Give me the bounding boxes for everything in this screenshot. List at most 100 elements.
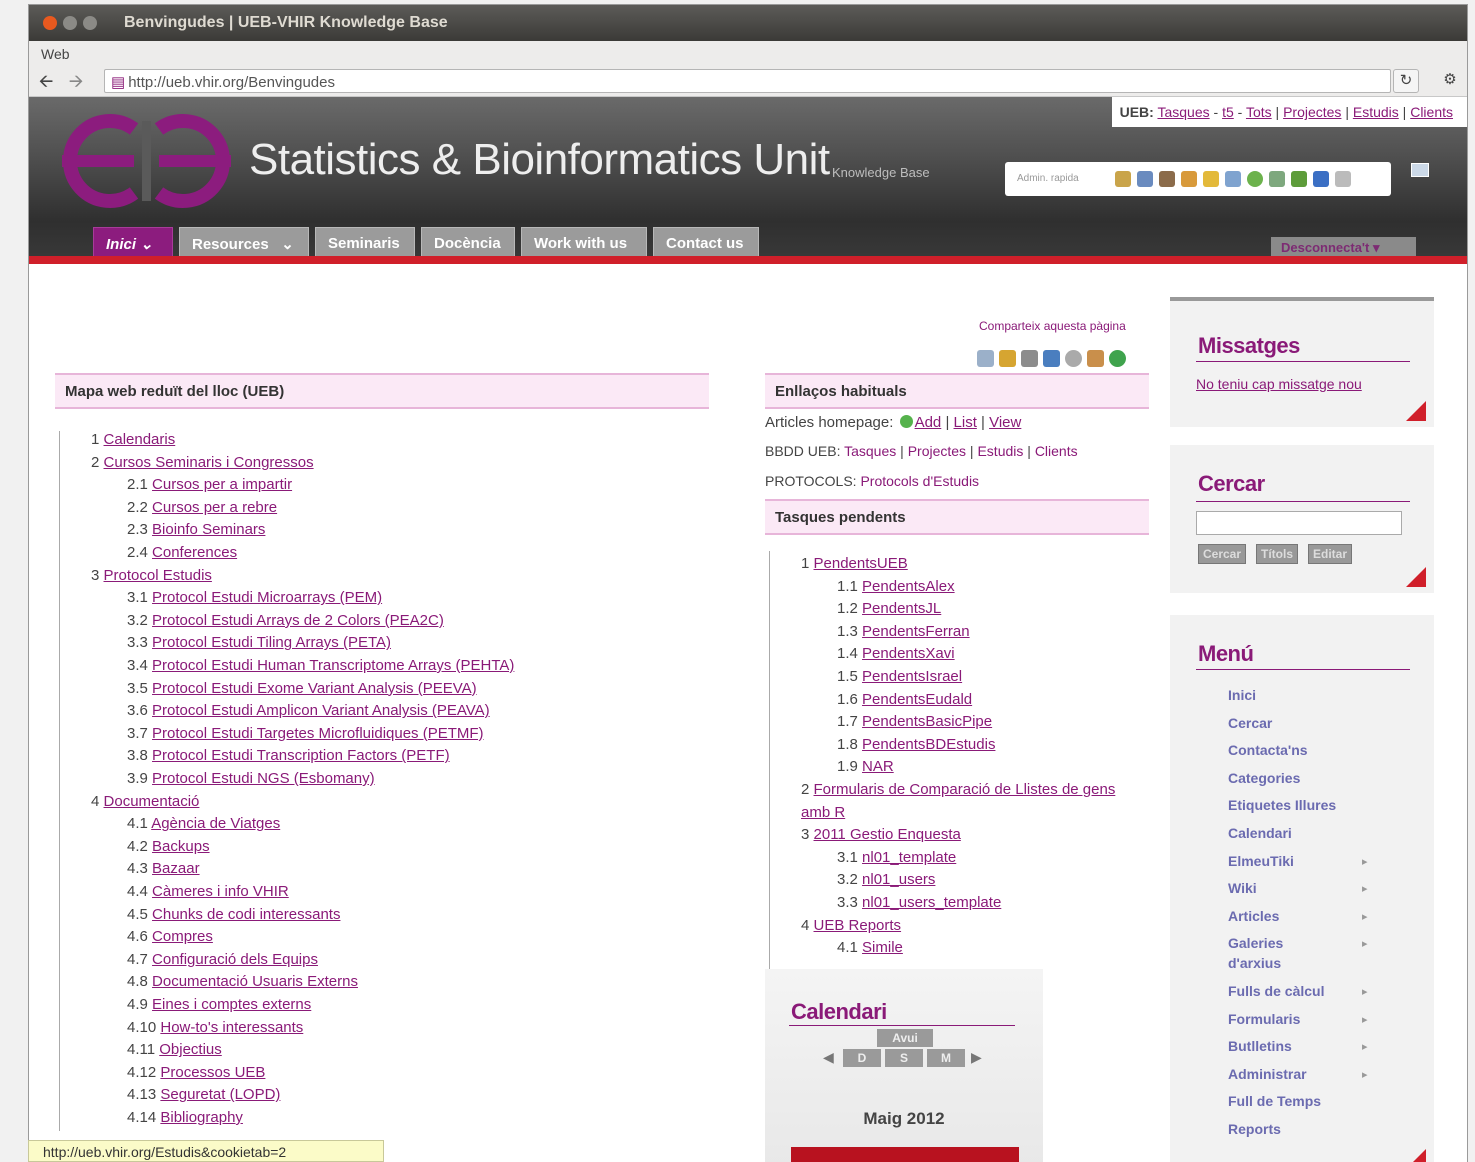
menu-item[interactable]: Categories [1228,770,1300,786]
chevron-right-icon[interactable]: ▸ [1362,882,1368,895]
item-link[interactable]: Protocol Estudis [104,567,212,584]
chevron-right-icon[interactable]: ▸ [1362,985,1368,998]
item-link[interactable]: PendentsJL [862,600,941,617]
item-link[interactable]: Protocol Estudi Microarrays (PEM) [152,589,382,606]
item-link[interactable]: PendentsFerran [862,623,970,640]
item-link[interactable]: Cursos per a impartir [152,476,292,493]
next-arrow-icon[interactable]: ▶ [971,1049,982,1066]
menu-item[interactable]: Etiquetes Illures [1228,797,1336,813]
editar-button[interactable]: Editar [1308,544,1353,564]
eye-icon[interactable] [1065,350,1082,367]
item-link[interactable]: Protocol Estudi Exome Variant Analysis (… [152,680,477,697]
item-link[interactable]: Bibliography [160,1109,243,1126]
item-link[interactable]: Formularis de Comparació de Llistes de g… [814,781,1116,798]
menu-item[interactable]: Wiki [1228,880,1257,896]
search-input[interactable] [1196,511,1402,535]
print-icon[interactable] [1021,350,1038,367]
menu-item[interactable]: Reports [1228,1121,1281,1137]
item-link[interactable]: Cursos per a rebre [152,499,277,516]
forward-arrow-icon[interactable]: 🡪 [65,71,87,91]
close-window-button[interactable] [43,16,57,30]
cercar-button[interactable]: Cercar [1198,544,1247,564]
item-link[interactable]: amb R [801,804,845,821]
ueb-link-clients[interactable]: Clients [1410,104,1453,120]
item-link[interactable]: Protocol Estudi Arrays de 2 Colors (PEA2… [152,612,444,629]
item-link[interactable]: Cursos Seminaris i Congressos [104,454,314,471]
menu-item[interactable]: Articles [1228,908,1279,924]
window-icon[interactable] [1225,171,1241,187]
tab-contact-us[interactable]: Contact us [653,227,759,257]
item-link[interactable]: nl01_users [862,871,935,888]
item-link[interactable]: Bazaar [152,860,200,877]
previous-arrow-icon[interactable]: ◀ [823,1049,834,1066]
item-link[interactable]: PendentsEudald [862,691,972,708]
menu-item[interactable]: Inici [1228,687,1256,703]
item-link[interactable]: Protocol Estudi Human Transcriptome Arra… [152,657,514,674]
bbdd-projectes-link[interactable]: Projectes [908,443,966,459]
menu-item[interactable]: Calendari [1228,825,1292,841]
item-link[interactable]: Seguretat (LOPD) [160,1086,280,1103]
chevron-right-icon[interactable]: ▸ [1362,1013,1368,1026]
item-link[interactable]: Eines i comptes externs [152,996,311,1013]
item-link[interactable]: Configuració dels Equips [152,951,318,968]
translate-icon[interactable] [1087,350,1104,367]
articles-view-link[interactable]: View [989,414,1021,431]
chevron-right-icon[interactable]: ▸ [1362,855,1368,868]
item-link[interactable]: Chunks de codi interessants [152,906,340,923]
item-link[interactable]: Documentació Usuaris Externs [152,973,358,990]
item-link[interactable]: Calendaris [104,431,176,448]
tab-resources[interactable]: Resources ⌄ [179,227,309,257]
tab-seminaris[interactable]: Seminaris [315,227,415,257]
users-icon[interactable] [1181,171,1197,187]
menu-item[interactable]: Cercar [1228,715,1272,731]
minimize-window-button[interactable] [63,16,77,30]
titols-button[interactable]: Títols [1256,544,1298,564]
ueb-link-tots[interactable]: Tots [1246,104,1272,120]
item-link[interactable]: Compres [152,928,213,945]
item-link[interactable]: Objectius [159,1041,222,1058]
bbdd-tasques-link[interactable]: Tasques [844,443,896,459]
key-icon[interactable] [1203,171,1219,187]
chevron-right-icon[interactable]: ▸ [1362,910,1368,923]
item-link[interactable]: Documentació [104,793,200,810]
maximize-window-button[interactable] [83,16,97,30]
item-link[interactable]: Protocol Estudi NGS (Esbomany) [152,770,375,787]
menu-item[interactable]: Full de Temps [1228,1093,1321,1109]
edit-icon[interactable] [999,350,1016,367]
protocols-link[interactable]: Protocols d'Estudis [860,473,979,489]
screen-icon[interactable] [1411,163,1429,177]
item-link[interactable]: nl01_users_template [862,894,1001,911]
item-link[interactable]: PendentsBasicPipe [862,713,992,730]
item-link[interactable]: PendentsXavi [862,645,955,662]
item-link[interactable]: Bioinfo Seminars [152,521,265,538]
pencil-icon[interactable] [1137,171,1153,187]
menu-item[interactable]: Contacta'ns [1228,742,1308,758]
gear-icon[interactable]: ⚙ [1437,69,1463,93]
item-link[interactable]: How-to's interessants [160,1019,303,1036]
puzzle-icon[interactable] [1291,171,1307,187]
item-link[interactable]: UEB Reports [814,917,902,934]
item-link[interactable]: PendentsUEB [814,555,908,572]
pdf-icon[interactable] [977,350,994,367]
back-arrow-icon[interactable]: 🡨 [35,71,57,91]
item-link[interactable]: Simile [862,939,903,956]
ueb-logo[interactable] [44,111,249,211]
tab-inici[interactable]: Inici ⌄ [93,227,173,257]
bbdd-estudis-link[interactable]: Estudis [977,443,1023,459]
document-icon[interactable] [1313,171,1329,187]
calendar-week-button[interactable]: S [885,1049,923,1067]
item-link[interactable]: PendentsBDEstudis [862,736,995,753]
ueb-link-t5[interactable]: t5 [1222,104,1234,120]
menu-item[interactable]: Formularis [1228,1011,1300,1027]
refresh-icon[interactable] [1247,171,1263,187]
menu-item[interactable]: ElmeuTiki [1228,853,1294,869]
item-link[interactable]: Agència de Viatges [151,815,280,832]
tab-docencia[interactable]: Docència [421,227,515,257]
item-link[interactable]: NAR [862,758,894,775]
menu-web[interactable]: Web [41,46,70,62]
item-link[interactable]: nl01_template [862,849,956,866]
item-link[interactable]: Conferences [152,544,237,561]
item-link[interactable]: Protocol Estudi Targetes Microfluidiques… [152,725,484,742]
item-link[interactable]: Protocol Estudi Transcription Factors (P… [152,747,450,764]
list-icon[interactable] [1335,171,1351,187]
